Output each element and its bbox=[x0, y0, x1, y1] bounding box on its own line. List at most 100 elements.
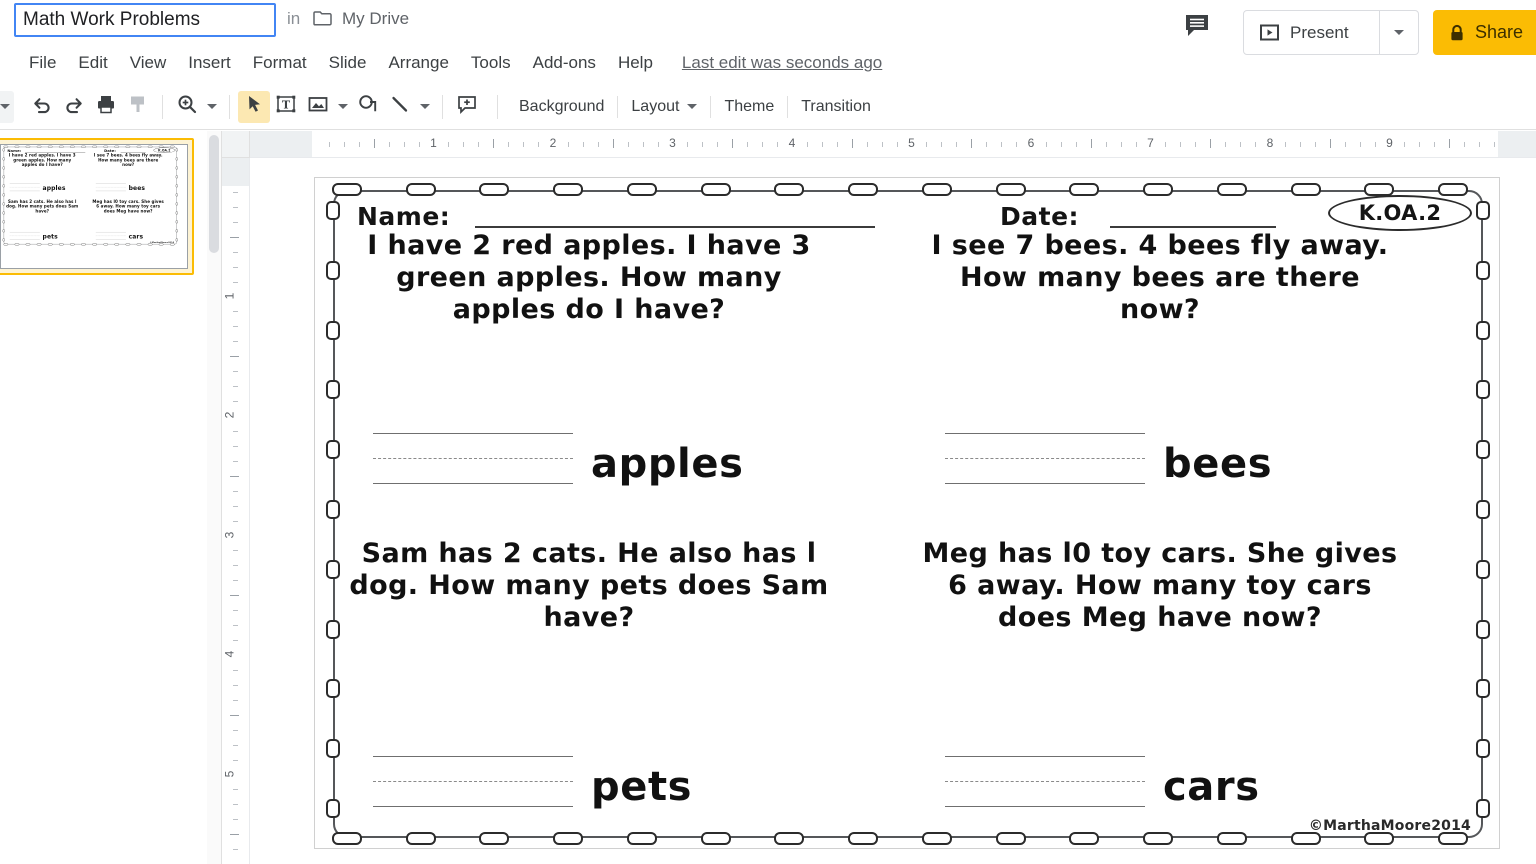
zoom-button[interactable] bbox=[171, 91, 203, 123]
border-stitch bbox=[2, 202, 5, 206]
ruler-tick bbox=[233, 729, 238, 731]
border-stitch bbox=[125, 243, 131, 246]
ruler-tick bbox=[233, 565, 238, 567]
border-stitch bbox=[1216, 832, 1247, 845]
answer-unit-4: cars bbox=[1163, 764, 1260, 810]
ruler-tick-label: 5 bbox=[908, 136, 915, 150]
theme-button[interactable]: Theme bbox=[711, 93, 787, 121]
ruler-tick bbox=[233, 789, 238, 791]
border-stitch bbox=[158, 243, 164, 246]
horizontal-ruler[interactable]: 1 2 3 4 5 6 7 8 9 bbox=[250, 131, 1536, 158]
border-stitch bbox=[2, 166, 5, 170]
menu-insert[interactable]: Insert bbox=[177, 49, 242, 77]
paint-format-button[interactable] bbox=[122, 91, 154, 123]
border-stitch bbox=[3, 145, 9, 148]
border-stitch bbox=[175, 211, 178, 215]
border-stitch bbox=[848, 832, 879, 845]
border-stitch bbox=[1216, 183, 1247, 196]
zoom-dropdown-button[interactable] bbox=[203, 91, 221, 123]
border-stitch bbox=[2, 193, 5, 197]
border-stitch bbox=[326, 320, 340, 340]
text-box-icon: T bbox=[275, 93, 297, 120]
answer-unit-3: pets bbox=[42, 233, 58, 241]
ruler-tick bbox=[388, 142, 390, 147]
ruler-tick bbox=[403, 142, 405, 147]
standard-badge-label: K.OA.2 bbox=[1358, 201, 1442, 225]
transition-button[interactable]: Transition bbox=[788, 93, 884, 121]
redo-icon bbox=[63, 93, 85, 120]
border-stitch bbox=[326, 500, 340, 519]
menu-file[interactable]: File bbox=[18, 49, 67, 77]
ruler-tick bbox=[343, 142, 345, 147]
menu-edit[interactable]: Edit bbox=[67, 49, 118, 77]
ruler-tick bbox=[538, 142, 540, 147]
border-stitch bbox=[700, 183, 731, 196]
text-box-button[interactable]: T bbox=[270, 91, 302, 123]
image-dropdown-button[interactable] bbox=[334, 91, 352, 123]
border-stitch bbox=[995, 832, 1026, 845]
menu-addons[interactable]: Add-ons bbox=[522, 49, 607, 77]
ruler-tick bbox=[233, 311, 238, 313]
select-cursor-icon bbox=[243, 93, 265, 120]
menu-view[interactable]: View bbox=[119, 49, 178, 77]
guide-line-top bbox=[373, 433, 573, 434]
undo-icon bbox=[31, 93, 53, 120]
ruler-tick bbox=[508, 142, 510, 147]
ruler-tick bbox=[233, 849, 238, 851]
redo-button[interactable] bbox=[58, 91, 90, 123]
background-button[interactable]: Background bbox=[506, 93, 617, 121]
drive-folder-name[interactable]: My Drive bbox=[342, 9, 409, 29]
ruler-tick bbox=[233, 744, 238, 746]
last-edit-status[interactable]: Last edit was seconds ago bbox=[682, 53, 882, 73]
menu-arrange[interactable]: Arrange bbox=[377, 49, 459, 77]
ruler-tick bbox=[1090, 139, 1092, 148]
border-stitch bbox=[1290, 832, 1321, 845]
guide-line-top bbox=[373, 756, 573, 757]
vertical-ruler[interactable]: 1 2 3 4 5 bbox=[222, 158, 250, 864]
filmstrip-scrollbar[interactable] bbox=[207, 131, 221, 864]
insert-image-button[interactable] bbox=[302, 91, 334, 123]
border-stitch bbox=[47, 145, 53, 148]
ruler-margin-left bbox=[250, 131, 312, 157]
document-title-input[interactable] bbox=[14, 3, 276, 37]
slide-canvas[interactable]: Name: Date: K.OA.2 I have 2 red apples. … bbox=[250, 158, 1536, 864]
ruler-tick bbox=[230, 714, 239, 716]
menu-slide[interactable]: Slide bbox=[318, 49, 378, 77]
current-slide[interactable]: Name: Date: K.OA.2 I have 2 red apples. … bbox=[314, 177, 1500, 849]
menu-tools[interactable]: Tools bbox=[460, 49, 522, 77]
border-stitch bbox=[175, 193, 178, 197]
toolbar-overflow-caret[interactable] bbox=[0, 90, 14, 123]
layout-button[interactable]: Layout bbox=[618, 93, 710, 121]
select-tool-button[interactable] bbox=[238, 90, 270, 123]
line-dropdown-button[interactable] bbox=[416, 91, 434, 123]
folder-icon[interactable] bbox=[313, 10, 333, 26]
ruler-tick bbox=[1329, 139, 1331, 148]
ruler-tick bbox=[523, 142, 525, 147]
ruler-tick bbox=[1255, 142, 1257, 147]
menu-format[interactable]: Format bbox=[242, 49, 318, 77]
ruler-tick bbox=[747, 142, 749, 147]
print-button[interactable] bbox=[90, 91, 122, 123]
border-stitch bbox=[553, 832, 584, 845]
slide-thumbnail-1[interactable]: Name: Date: K.OA.2 I have 2 red apples. … bbox=[0, 138, 194, 275]
comment-icon[interactable] bbox=[1183, 12, 1219, 42]
menu-help[interactable]: Help bbox=[607, 49, 664, 77]
border-stitch bbox=[2, 148, 5, 152]
border-stitch bbox=[14, 243, 20, 246]
add-comment-button[interactable] bbox=[451, 91, 483, 123]
border-stitch bbox=[1069, 832, 1100, 845]
date-write-line bbox=[1110, 226, 1276, 228]
undo-button[interactable] bbox=[26, 91, 58, 123]
border-stitch bbox=[175, 166, 178, 170]
border-stitch bbox=[326, 260, 340, 280]
standard-badge: K.OA.2 bbox=[1328, 195, 1472, 231]
border-stitch bbox=[1476, 739, 1490, 759]
ruler-tick-label: 2 bbox=[222, 411, 237, 419]
border-stitch bbox=[25, 243, 31, 246]
shape-button[interactable] bbox=[352, 91, 384, 123]
ruler-tick bbox=[233, 460, 238, 462]
ruler-tick bbox=[233, 281, 238, 283]
line-button[interactable] bbox=[384, 91, 416, 123]
ruler-tick-label: 1 bbox=[222, 292, 237, 299]
filmstrip-scrollbar-thumb[interactable] bbox=[209, 135, 219, 253]
